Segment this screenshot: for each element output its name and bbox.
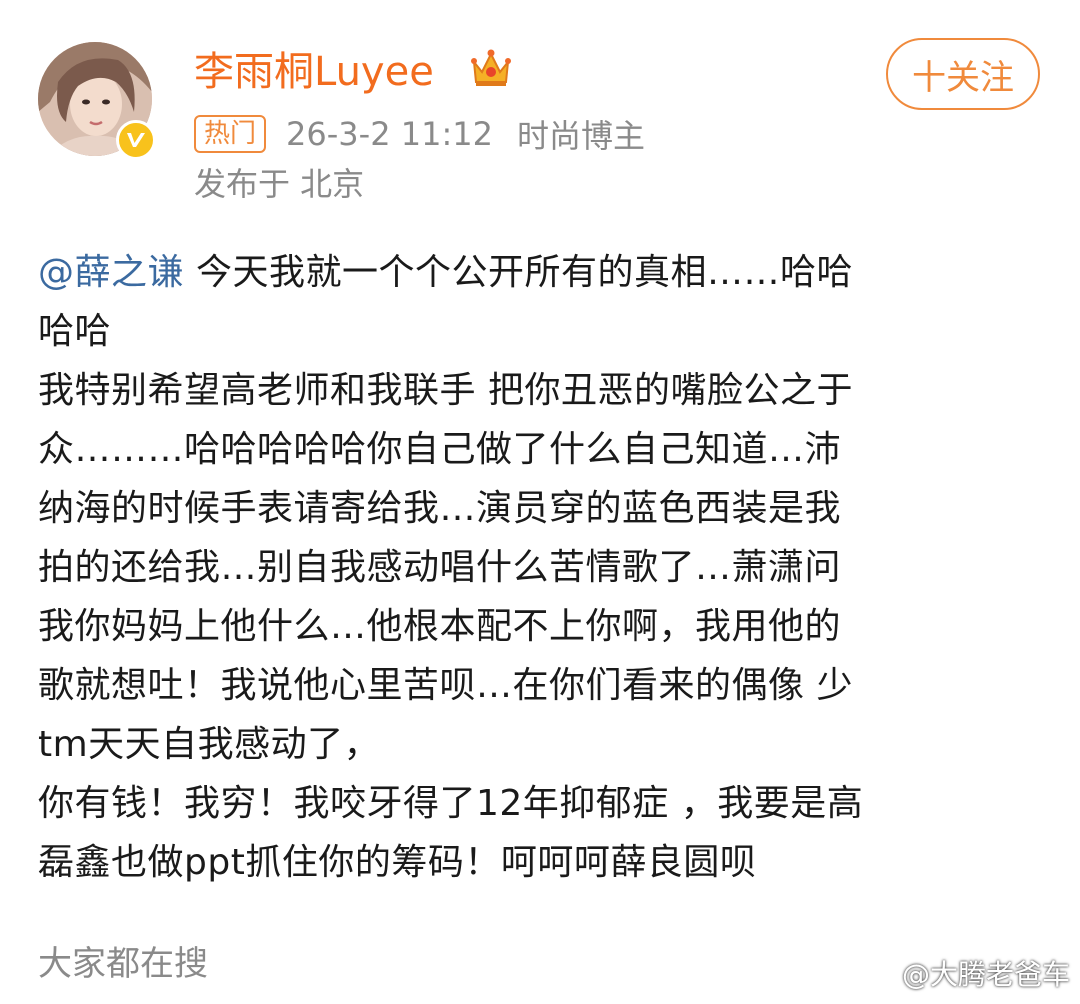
post-line: 纳海的时候手表请寄给我…演员穿的蓝色西装是我 bbox=[38, 488, 842, 529]
post-line: 拍的还给我…别自我感动唱什么苦情歌了…萧潇问 bbox=[38, 547, 842, 588]
hot-badge: 热门 bbox=[194, 115, 267, 153]
post-meta-row: 热门 26-3-2 11:12 时尚博主 bbox=[194, 114, 669, 155]
post-line: tm天天自我感动了， bbox=[38, 724, 381, 765]
username[interactable]: 李雨桐Luyee bbox=[194, 46, 434, 98]
post-line: 你有钱！我穷！我咬牙得了12年抑郁症 ，我要是高 bbox=[38, 783, 864, 824]
post-line: 歌就想吐！我说他心里苦呗…在你们看来的偶像 少 bbox=[38, 665, 853, 706]
post-time: 26-3-2 11:12 bbox=[286, 115, 493, 153]
mention-link[interactable]: @薛之谦 bbox=[38, 252, 184, 293]
post-line: 磊鑫也做ppt抓住你的筹码！呵呵呵薛良圆呗 bbox=[38, 842, 757, 883]
watermark-text: @大腾老爸车 bbox=[901, 958, 1070, 991]
verified-v-icon bbox=[127, 133, 145, 147]
user-tag: 时尚博主 bbox=[516, 117, 645, 155]
crown-icon bbox=[471, 49, 511, 86]
post-line: 我你妈妈上他什么…他根本配不上你啊，我用他的 bbox=[38, 606, 842, 647]
post-line: 众………哈哈哈哈哈你自己做了什么自己知道…沛 bbox=[38, 429, 842, 470]
post-line: 哈哈 bbox=[38, 311, 112, 352]
weibo-post-screenshot: 李雨桐Luyee 十关注 热门 26-3-2 11:12 时尚博主 发布于 北京… bbox=[0, 0, 1080, 1004]
trending-search-label[interactable]: 大家都在搜 bbox=[38, 940, 208, 988]
post-line: @薛之谦 今天我就一个个公开所有的真相……哈哈 bbox=[38, 252, 853, 293]
verified-badge bbox=[116, 120, 156, 160]
post-location: 发布于 北京 bbox=[194, 165, 365, 203]
post-line: 我特别希望高老师和我联手 把你丑恶的嘴脸公之于 bbox=[38, 370, 853, 411]
weibo-icon bbox=[862, 963, 895, 989]
follow-button[interactable]: 十关注 bbox=[886, 38, 1040, 110]
watermark: @大腾老爸车 bbox=[862, 955, 1070, 995]
post-content: @薛之谦 今天我就一个个公开所有的真相……哈哈 哈哈 我特别希望高老师和我联手 … bbox=[38, 243, 1048, 892]
